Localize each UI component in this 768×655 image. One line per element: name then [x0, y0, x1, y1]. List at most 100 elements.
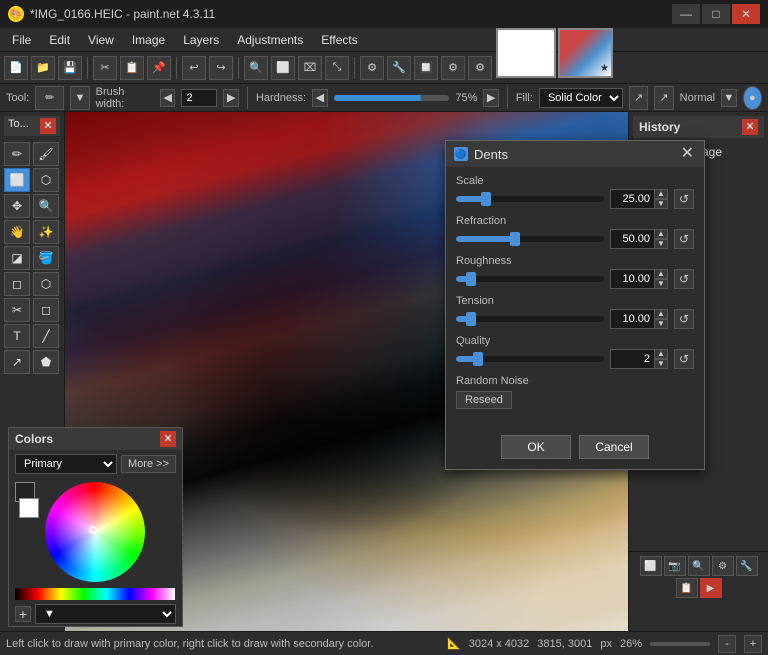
color-extra-select[interactable]: ▼ [35, 604, 176, 624]
refraction-down[interactable]: ▼ [654, 239, 668, 249]
br-btn-4[interactable]: ⚙ [712, 556, 734, 576]
tool-bucket[interactable]: 🪣 [33, 246, 59, 270]
history-close[interactable]: ✕ [742, 119, 758, 135]
fill-select[interactable]: Solid Color [539, 88, 623, 108]
quality-down[interactable]: ▼ [654, 359, 668, 369]
tool-line[interactable]: ╱ [33, 324, 59, 348]
quality-slider[interactable] [456, 356, 604, 362]
roughness-thumb[interactable] [466, 272, 476, 286]
tool-arrows[interactable]: ↗ [4, 350, 30, 374]
brush-width-down[interactable]: ◀ [160, 89, 176, 107]
dialog-close-btn[interactable]: ✕ [679, 146, 696, 162]
tension-thumb[interactable] [466, 312, 476, 326]
refraction-reset[interactable]: ↺ [674, 229, 694, 249]
toolbar-paste[interactable]: 📌 [147, 56, 171, 80]
brush-width-up[interactable]: ▶ [223, 89, 239, 107]
color-circle[interactable]: ● [743, 86, 762, 110]
roughness-reset[interactable]: ↺ [674, 269, 694, 289]
fill-extra2[interactable]: ↗ [654, 86, 673, 110]
ok-button[interactable]: OK [501, 435, 571, 459]
toolbar-crop[interactable]: ⌧ [298, 56, 322, 80]
tool-select-btn[interactable]: ▼ [70, 86, 89, 110]
hardness-up[interactable]: ▶ [483, 89, 499, 107]
cancel-button[interactable]: Cancel [579, 435, 649, 459]
color-spectrum[interactable] [15, 588, 175, 600]
toolbar-settings3[interactable]: 🔲 [414, 56, 438, 80]
roughness-up[interactable]: ▲ [654, 269, 668, 279]
blend-dropdown[interactable]: ▼ [721, 89, 737, 107]
scale-thumb[interactable] [481, 192, 491, 206]
scale-slider[interactable] [456, 196, 604, 202]
thumbnail-image[interactable]: ★ [558, 28, 613, 78]
toolbar-settings4[interactable]: ⚙ [441, 56, 465, 80]
refraction-input[interactable] [610, 229, 654, 249]
add-color-btn[interactable]: + [15, 606, 31, 622]
menu-view[interactable]: View [80, 31, 122, 49]
hardness-down[interactable]: ◀ [312, 89, 328, 107]
color-wheel[interactable] [45, 482, 145, 582]
tool-select-rect[interactable]: ⬜ [4, 168, 30, 192]
more-button[interactable]: More >> [121, 455, 176, 473]
tension-reset[interactable]: ↺ [674, 309, 694, 329]
toolbar-new[interactable]: 📄 [4, 56, 28, 80]
toolbar-cut[interactable]: ✂ [93, 56, 117, 80]
zoom-minus[interactable]: - [718, 635, 736, 653]
quality-thumb[interactable] [473, 352, 483, 366]
zoom-slider[interactable] [650, 642, 710, 646]
br-btn-6[interactable]: 📋 [676, 578, 698, 598]
toolbar-settings2[interactable]: 🔧 [387, 56, 411, 80]
hardness-slider[interactable] [334, 95, 450, 101]
scale-input[interactable] [610, 189, 654, 209]
toolbar-open[interactable]: 📁 [31, 56, 55, 80]
quality-reset[interactable]: ↺ [674, 349, 694, 369]
reseed-button[interactable]: Reseed [456, 391, 512, 409]
roughness-slider[interactable] [456, 276, 604, 282]
tool-zoom-tool[interactable]: 🔍 [33, 194, 59, 218]
tool-select-lasso[interactable]: ⬡ [33, 168, 59, 192]
tool-magic-wand[interactable]: ✨ [33, 220, 59, 244]
zoom-plus[interactable]: + [744, 635, 762, 653]
br-btn-5[interactable]: 🔧 [736, 556, 758, 576]
menu-image[interactable]: Image [124, 31, 173, 49]
tool-text[interactable]: T [4, 324, 30, 348]
tool-shapes[interactable]: ◻ [4, 272, 30, 296]
tool-move[interactable]: ✥ [4, 194, 30, 218]
roughness-input[interactable] [610, 269, 654, 289]
tension-up[interactable]: ▲ [654, 309, 668, 319]
quality-up[interactable]: ▲ [654, 349, 668, 359]
toolbar-zoom[interactable]: 🔍 [244, 56, 268, 80]
tool-gradient[interactable]: ◪ [4, 246, 30, 270]
br-btn-3[interactable]: 🔍 [688, 556, 710, 576]
roughness-down[interactable]: ▼ [654, 279, 668, 289]
toolbar-undo[interactable]: ↩ [182, 56, 206, 80]
current-tool-btn[interactable]: ✏ [35, 86, 64, 110]
secondary-swatch[interactable] [19, 498, 39, 518]
refraction-up[interactable]: ▲ [654, 229, 668, 239]
toolbar-save[interactable]: 💾 [58, 56, 82, 80]
colors-close[interactable]: ✕ [160, 431, 176, 447]
menu-adjustments[interactable]: Adjustments [229, 31, 311, 49]
menu-effects[interactable]: Effects [313, 31, 365, 49]
scale-reset[interactable]: ↺ [674, 189, 694, 209]
menu-layers[interactable]: Layers [175, 31, 227, 49]
refraction-thumb[interactable] [510, 232, 520, 246]
br-btn-1[interactable]: ⬜ [640, 556, 662, 576]
brush-width-input[interactable] [181, 89, 217, 107]
scale-up[interactable]: ▲ [654, 189, 668, 199]
tension-down[interactable]: ▼ [654, 319, 668, 329]
toolbox-close[interactable]: ✕ [40, 118, 56, 134]
maximize-button[interactable]: □ [702, 4, 730, 24]
toolbar-settings5[interactable]: ⚙ [468, 56, 492, 80]
br-btn-right[interactable]: ▶ [700, 578, 722, 598]
minimize-button[interactable]: — [672, 4, 700, 24]
toolbar-settings1[interactable]: ⚙ [360, 56, 384, 80]
close-button[interactable]: ✕ [732, 4, 760, 24]
toolbar-redo[interactable]: ↪ [209, 56, 233, 80]
toolbar-copy[interactable]: 📋 [120, 56, 144, 80]
tool-extra[interactable]: ⬟ [33, 350, 59, 374]
tool-brush[interactable]: 🖌 [33, 142, 59, 166]
fill-extra1[interactable]: ↗ [629, 86, 648, 110]
menu-file[interactable]: File [4, 31, 39, 49]
toolbar-resize[interactable]: ⤡ [325, 56, 349, 80]
tool-pan[interactable]: 👋 [4, 220, 30, 244]
